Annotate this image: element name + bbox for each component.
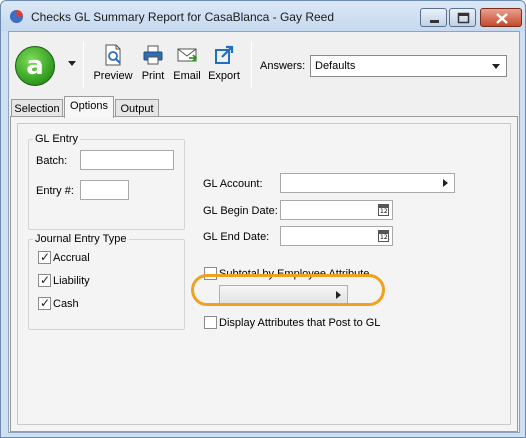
export-label: Export [208, 70, 240, 82]
entry-number-label: Entry #: [36, 185, 74, 197]
email-button[interactable]: Email [171, 44, 203, 90]
title-bar: Checks GL Summary Report for CasaBlanca … [1, 1, 525, 31]
maximize-button[interactable] [449, 8, 476, 27]
journal-entry-type-group: Journal Entry Type [28, 233, 185, 330]
tab-strip: Selection Options Output [9, 96, 519, 118]
app-menu-button[interactable]: a [15, 46, 55, 86]
minimize-icon [430, 20, 439, 23]
accrual-checkbox[interactable]: ✓ [38, 250, 51, 264]
logo-letter: a [26, 51, 44, 81]
pie-chart-icon [9, 9, 24, 24]
batch-label: Batch: [36, 155, 68, 167]
close-icon [496, 13, 508, 24]
gl-end-date-input[interactable]: 12 [280, 226, 393, 246]
cash-label: Cash [53, 298, 79, 310]
envelope-icon [177, 48, 198, 62]
preview-icon [105, 44, 121, 66]
printer-icon [143, 45, 163, 65]
minimize-button[interactable] [420, 8, 447, 27]
export-button[interactable]: Export [205, 44, 243, 90]
calendar-icon[interactable]: 12 [378, 230, 389, 242]
checkmark-icon: ✓ [40, 250, 51, 264]
tab-selection[interactable]: Selection [11, 99, 63, 117]
cash-checkbox[interactable]: ✓ [38, 296, 51, 310]
gl-begin-date-label: GL Begin Date: [203, 205, 278, 217]
chevron-right-icon [443, 179, 448, 187]
chevron-down-icon [492, 64, 500, 69]
preview-button[interactable]: Preview [91, 44, 135, 90]
gl-account-combo[interactable] [280, 173, 455, 193]
liability-label: Liability [53, 275, 90, 287]
toolbar: a Preview Print Email Export Answers: De… [9, 32, 519, 94]
gl-account-label: GL Account: [203, 178, 263, 190]
window-client: a Preview Print Email Export Answers: De… [8, 31, 520, 433]
toolbar-separator [83, 42, 84, 88]
gl-begin-date-input[interactable]: 12 [280, 200, 393, 220]
checkmark-icon: ✓ [40, 296, 51, 310]
calendar-glyph: 12 [380, 234, 388, 241]
toolbar-separator [251, 42, 252, 88]
checkmark-icon: ✓ [40, 273, 51, 287]
app-menu-dropdown-icon[interactable] [68, 61, 76, 66]
entry-number-input[interactable] [80, 180, 129, 200]
accrual-label: Accrual [53, 252, 90, 264]
journal-entry-type-title: Journal Entry Type [33, 233, 129, 245]
close-button[interactable] [480, 8, 522, 27]
maximize-icon [457, 12, 470, 24]
report-window: Checks GL Summary Report for CasaBlanca … [0, 0, 526, 438]
tab-options[interactable]: Options [64, 96, 114, 118]
calendar-icon[interactable]: 12 [378, 204, 389, 216]
display-attributes-checkbox[interactable] [204, 316, 217, 329]
gl-entry-title: GL Entry [33, 133, 80, 145]
email-label: Email [173, 70, 201, 82]
liability-checkbox[interactable]: ✓ [38, 273, 51, 287]
gl-end-date-label: GL End Date: [203, 231, 270, 243]
calendar-glyph: 12 [380, 208, 388, 215]
preview-label: Preview [93, 70, 133, 82]
display-attributes-label: Display Attributes that Post to GL [219, 317, 381, 329]
answers-value: Defaults [315, 60, 356, 72]
answers-label: Answers: [260, 60, 306, 72]
batch-input[interactable] [80, 150, 174, 170]
print-button[interactable]: Print [137, 44, 169, 90]
answers-dropdown[interactable]: Defaults [310, 55, 507, 77]
highlight-callout [191, 274, 385, 306]
window-title: Checks GL Summary Report for CasaBlanca … [31, 10, 335, 24]
tab-output[interactable]: Output [115, 99, 159, 117]
export-icon [215, 45, 234, 64]
print-label: Print [141, 70, 165, 82]
